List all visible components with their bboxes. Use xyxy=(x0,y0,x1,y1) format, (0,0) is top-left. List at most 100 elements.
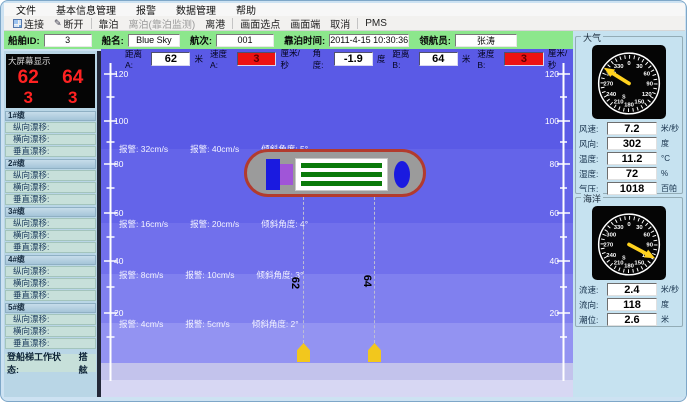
toolbar-button-screen-end[interactable]: 画面端 xyxy=(285,17,325,30)
current-direction-unit: 度 xyxy=(661,299,669,310)
berth-time-field: 靠泊时间: 2011-4-15 10:30:36 xyxy=(284,33,409,47)
axis-tick-label: 80 xyxy=(114,159,123,169)
cable-group-1-header: 1#缆 xyxy=(5,111,96,121)
pilot-input[interactable]: 张涛 xyxy=(455,34,517,47)
ship-name-label: 船名: xyxy=(102,33,124,47)
right-panel: 大气 0 30 60 90 120 150 180 210 240 270 30… xyxy=(573,31,686,397)
cable-4-longitudinal-drift-button[interactable]: 纵向漂移: xyxy=(5,266,96,277)
left-panel: 大屏幕显示 62 64 3 3 1#缆 纵向漂移: 横向漂移: 垂直漂移: 2#… xyxy=(4,51,97,397)
cable-group-5-header: 5#缆 xyxy=(5,303,96,313)
berth-time-input[interactable]: 2011-4-15 10:30:36 xyxy=(329,34,409,47)
ship-bow-tank xyxy=(394,161,410,188)
toolbar-button-depart[interactable]: 离港 xyxy=(200,17,230,30)
cable-group-3: 3#缆 纵向漂移: 横向漂移: 垂直漂移: xyxy=(5,207,96,253)
ocean-group-title: 海洋 xyxy=(581,192,603,205)
current-speed-row: 流速: 2.4 米/秒 xyxy=(576,282,682,297)
toolbar-button-cancel[interactable]: 取消 xyxy=(325,17,355,30)
ship-name-field: 船名: Blue Sky xyxy=(102,33,180,47)
cable-1-vertical-drift-button[interactable]: 垂直漂移: xyxy=(5,146,96,157)
cargo-hatch xyxy=(301,181,382,186)
cable-3-longitudinal-drift-button[interactable]: 纵向漂移: xyxy=(5,218,96,229)
toolbar-separator xyxy=(91,18,92,29)
axis-tick-label: 80 xyxy=(541,159,559,169)
toolbar-separator xyxy=(357,18,358,29)
dial-label: 330 xyxy=(614,225,625,231)
ship-id-input[interactable]: 3 xyxy=(44,34,92,47)
wind-direction-gauge: 0 30 60 90 120 150 180 210 240 270 300 3… xyxy=(592,45,666,119)
axis-tick-label: 20 xyxy=(114,308,123,318)
temperature-unit: °C xyxy=(661,154,670,163)
gangway-status-label: 登船梯工作状态: xyxy=(7,350,71,376)
cable-5-lateral-drift-button[interactable]: 横向漂移: xyxy=(5,326,96,337)
ship-diagram xyxy=(244,149,426,197)
dial-label: 30 xyxy=(636,225,643,231)
wind-direction-label: 风向: xyxy=(579,138,607,150)
alarm-threshold-line: 报警: 16cm/s 报警: 20cm/s 倾斜角度: 4° xyxy=(119,218,308,230)
cable-4-lateral-drift-button[interactable]: 横向漂移: xyxy=(5,278,96,289)
alarm-text: 报警: 32cm/s xyxy=(119,143,168,155)
toolbar-button-connect[interactable]: 连接 xyxy=(8,17,49,30)
dial-label: 270 xyxy=(603,243,614,249)
tide-level-label: 潮位: xyxy=(579,314,607,326)
cable-group-2-header: 2#缆 xyxy=(5,159,96,169)
berthing-canvas[interactable]: 距离A: 62 米 速度A: 3 厘米/秒 角度: -1.9 度 距离B: 64… xyxy=(101,49,573,397)
ship-deckhouse xyxy=(280,164,293,185)
axis-tick-label: 100 xyxy=(541,116,559,126)
toolbar-button-unmoor: 离泊(靠泊监测) xyxy=(124,17,201,30)
cable-1-lateral-drift-button[interactable]: 横向漂移: xyxy=(5,134,96,145)
temperature-row: 温度: 11.2 °C xyxy=(576,151,682,166)
cable-5-longitudinal-drift-button[interactable]: 纵向漂移: xyxy=(5,314,96,325)
voyage-input[interactable]: 001 xyxy=(216,34,274,47)
current-speed-unit: 米/秒 xyxy=(661,284,679,295)
atmosphere-group: 大气 0 30 60 90 120 150 180 210 240 270 30… xyxy=(575,36,683,194)
tide-level-unit: 米 xyxy=(661,314,669,325)
toolbar-button-disconnect[interactable]: ✎ 断开 xyxy=(49,17,89,30)
ship-id-label: 船舶ID: xyxy=(8,33,40,47)
cable-3-lateral-drift-button[interactable]: 横向漂移: xyxy=(5,230,96,241)
alarm-text: 报警: 16cm/s xyxy=(119,218,168,230)
dial-label: 300 xyxy=(606,232,617,238)
dial-label: 210 xyxy=(614,260,625,266)
current-direction-label: 流向: xyxy=(579,299,607,311)
humidity-label: 湿度: xyxy=(579,168,607,180)
atmosphere-group-title: 大气 xyxy=(581,31,603,44)
wind-speed-value: 7.2 xyxy=(607,122,657,135)
pressure-value: 1018 xyxy=(607,182,657,195)
humidity-row: 湿度: 72 % xyxy=(576,166,682,181)
dial-label: 240 xyxy=(606,253,617,259)
cable-5-vertical-drift-button[interactable]: 垂直漂移: xyxy=(5,338,96,349)
gangway-status-value: 搭舷 xyxy=(79,350,96,376)
dial-label: 150 xyxy=(634,99,645,105)
cable-1-longitudinal-drift-button[interactable]: 纵向漂移: xyxy=(5,122,96,133)
toolbar-button-screen-pick[interactable]: 画面选点 xyxy=(235,17,285,30)
axis-tick-label: 40 xyxy=(541,256,559,266)
berth-time-label: 靠泊时间: xyxy=(284,33,325,47)
ship-name-input[interactable]: Blue Sky xyxy=(128,34,180,47)
dial-south-label: S xyxy=(622,94,626,100)
dial-label: 120 xyxy=(642,92,653,98)
cable-2-longitudinal-drift-button[interactable]: 纵向漂移: xyxy=(5,170,96,181)
toolbar-button-pms[interactable]: PMS xyxy=(360,17,392,30)
warn-text: 报警: 40cm/s xyxy=(190,143,239,155)
tide-level-value: 2.6 xyxy=(607,313,657,326)
ship-info-bar: 船舶ID: 3 船名: Blue Sky 航次: 001 靠泊时间: 2011-… xyxy=(4,31,573,49)
alarm-threshold-line: 报警: 4cm/s 报警: 5cm/s 倾斜角度: 2° xyxy=(119,318,299,330)
cable-2-lateral-drift-button[interactable]: 横向漂移: xyxy=(5,182,96,193)
disconnect-icon: ✎ xyxy=(54,19,62,28)
toolbar-separator xyxy=(232,18,233,29)
cable-3-vertical-drift-button[interactable]: 垂直漂移: xyxy=(5,242,96,253)
humidity-value: 72 xyxy=(607,167,657,180)
connect-icon xyxy=(13,19,22,28)
angle-text: 倾斜角度: 4° xyxy=(261,218,308,230)
voyage-label: 航次: xyxy=(190,33,212,47)
axis-tick-label: 120 xyxy=(114,69,128,79)
toolbar-button-moor[interactable]: 靠泊 xyxy=(94,17,124,30)
dial-label: 90 xyxy=(646,82,653,88)
dial-label: 90 xyxy=(646,243,653,249)
cable-4-vertical-drift-button[interactable]: 垂直漂移: xyxy=(5,290,96,301)
cable-2-vertical-drift-button[interactable]: 垂直漂移: xyxy=(5,194,96,205)
big-screen-title: 大屏幕显示 xyxy=(6,54,95,67)
dial-label: 60 xyxy=(643,71,650,77)
display-speed-a: 3 xyxy=(24,88,33,107)
dial-label: 30 xyxy=(636,64,643,70)
